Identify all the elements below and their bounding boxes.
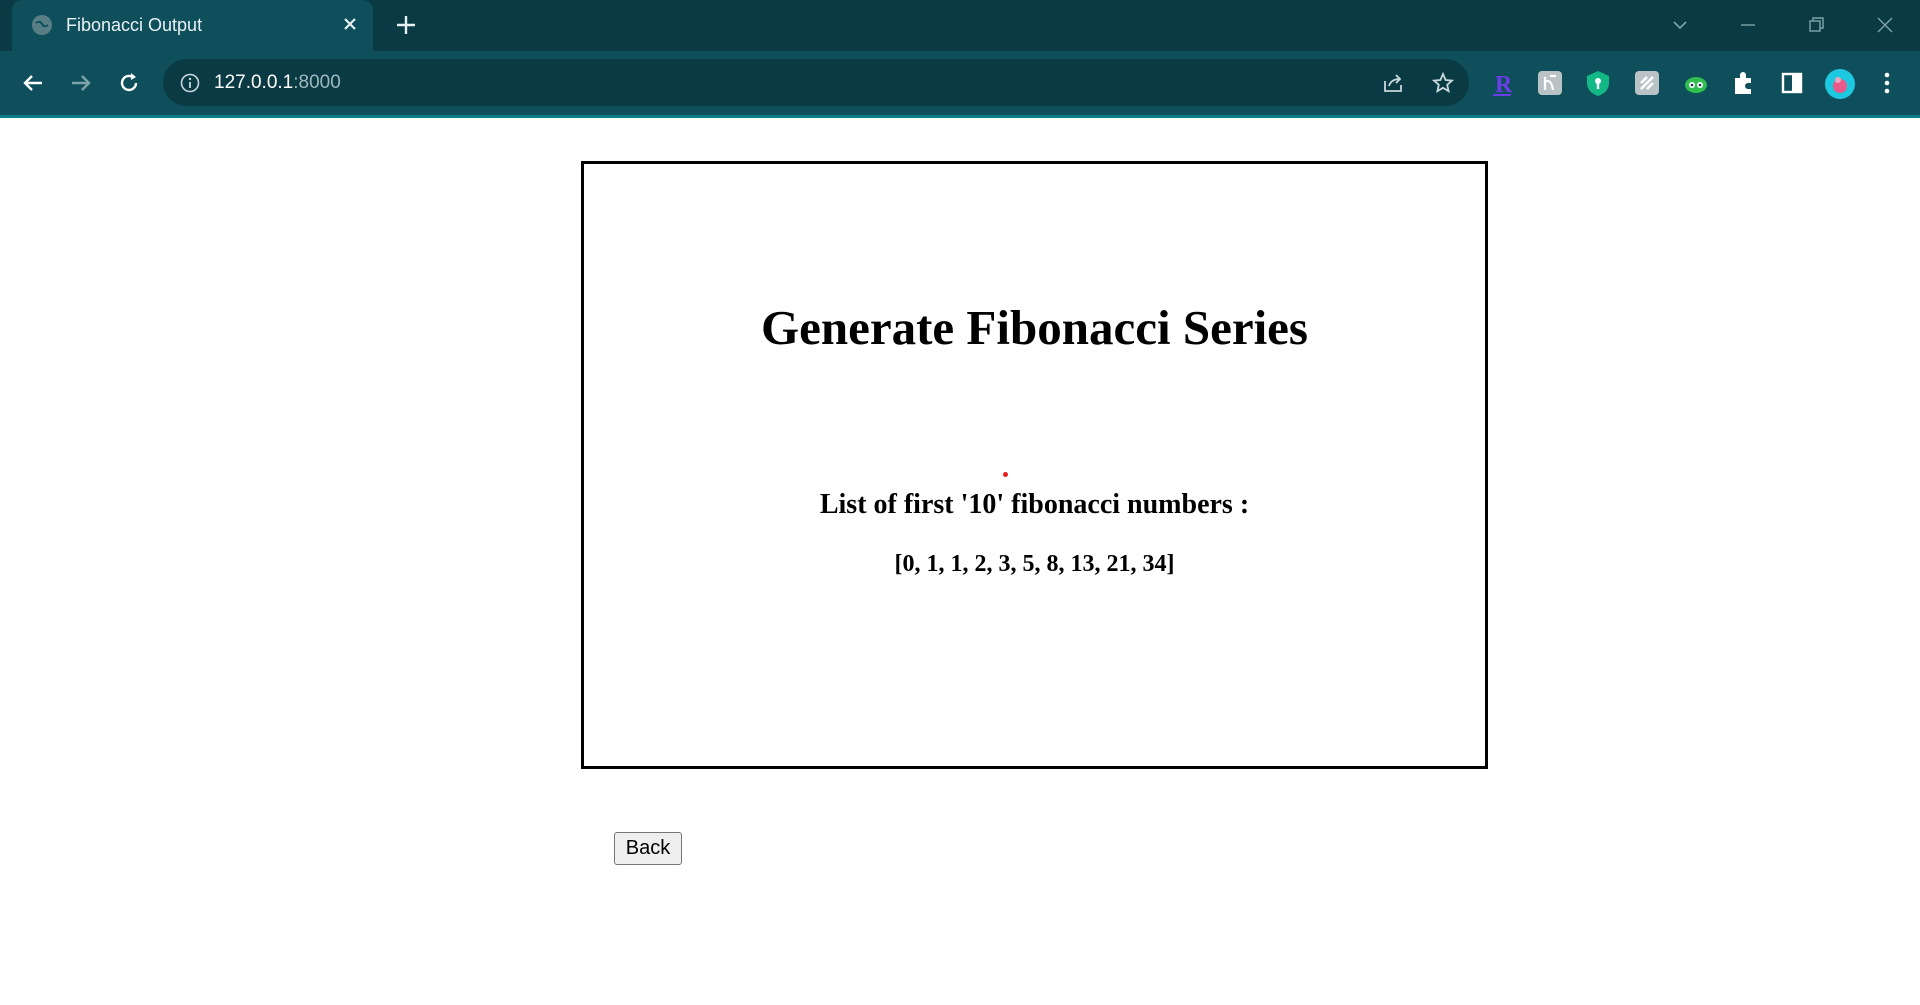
fibonacci-output: [0, 1, 1, 2, 3, 5, 8, 13, 21, 34]: [894, 551, 1175, 577]
tab-title: Fibonacci Output: [66, 15, 203, 35]
restore-icon[interactable]: [1801, 10, 1831, 40]
plus-icon[interactable]: [392, 11, 420, 39]
kebab-menu-icon[interactable]: [1872, 68, 1902, 98]
address-bar[interactable]: 127.0.0.1:8000: [163, 59, 1469, 106]
extension-owl-icon[interactable]: [1681, 68, 1711, 98]
output-panel: Generate Fibonacci Series List of first …: [581, 161, 1488, 769]
chevron-down-icon[interactable]: [1665, 10, 1695, 40]
arrow-right-icon[interactable]: [66, 68, 96, 98]
url-text[interactable]: 127.0.0.1:8000: [214, 72, 341, 94]
browser-toolbar: 127.0.0.1:8000 R: [0, 51, 1920, 118]
url-port: :8000: [293, 72, 341, 93]
extension-shield-icon[interactable]: [1583, 68, 1613, 98]
page-title: Generate Fibonacci Series: [760, 300, 1308, 355]
arrow-left-icon[interactable]: [18, 68, 48, 98]
minimize-icon[interactable]: [1733, 10, 1763, 40]
active-tab[interactable]: Fibonacci Output: [12, 0, 373, 51]
window-close-icon[interactable]: [1870, 10, 1900, 40]
info-icon[interactable]: [179, 72, 201, 94]
back-button[interactable]: Back: [614, 832, 682, 865]
tab-strip: Fibonacci Output: [0, 0, 1920, 51]
close-icon[interactable]: [338, 12, 362, 36]
red-dot: [1003, 472, 1008, 477]
extension-stripe-icon[interactable]: [1632, 68, 1662, 98]
reload-icon[interactable]: [114, 68, 144, 98]
extension-r-icon[interactable]: R: [1487, 68, 1517, 98]
globe-icon: [32, 15, 52, 35]
url-host: 127.0.0.1: [214, 72, 294, 93]
star-icon[interactable]: [1431, 71, 1455, 95]
puzzle-icon[interactable]: [1729, 68, 1759, 98]
avatar[interactable]: [1824, 68, 1855, 99]
share-icon[interactable]: [1381, 71, 1405, 95]
extension-grey-icon[interactable]: [1535, 68, 1565, 98]
list-heading: List of first '10' fibonacci numbers :: [819, 489, 1250, 520]
side-panel-icon[interactable]: [1777, 68, 1807, 98]
